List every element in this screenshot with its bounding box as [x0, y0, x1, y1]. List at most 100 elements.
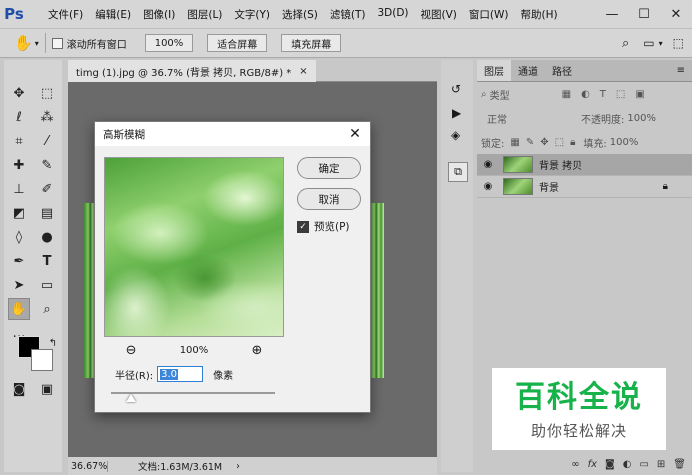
filter-shape-icon[interactable]: ⬚ — [616, 89, 625, 100]
clone-stamp-tool-icon[interactable]: ⊥ — [8, 178, 30, 200]
layer-style-icon[interactable]: fx — [588, 459, 597, 470]
zoom-in-icon[interactable]: ⊕ — [251, 343, 262, 358]
blend-row: 正常 不透明度: 100% — [477, 106, 692, 130]
healing-brush-tool-icon[interactable]: ✚ — [8, 154, 30, 176]
preview-checkbox[interactable]: ✓ — [297, 220, 309, 233]
delete-layer-icon[interactable]: 🗑︎ — [673, 459, 686, 470]
visibility-eye-icon[interactable]: ◉ — [479, 181, 497, 192]
menu-edit[interactable]: 编辑(E) — [89, 7, 137, 22]
menu-filter[interactable]: 滤镜(T) — [324, 7, 372, 22]
document-tab[interactable]: timg (1).jpg @ 36.7% (背景 拷贝, RGB/8#) * × — [68, 60, 316, 82]
magic-wand-tool-icon[interactable]: ⁂ — [36, 106, 58, 128]
link-layers-icon[interactable]: ∞ — [571, 459, 579, 470]
minimize-button[interactable]: — — [596, 0, 628, 28]
adjustment-layer-icon[interactable]: ◐ — [623, 459, 632, 470]
ps-logo: Ps — [4, 5, 24, 23]
tab-paths[interactable]: 路径 — [545, 60, 579, 81]
workspace-dropdown-icon[interactable]: ▾ — [659, 39, 663, 48]
fill-screen-button[interactable]: 填充屏幕 — [281, 34, 342, 52]
menu-type[interactable]: 文字(Y) — [228, 7, 276, 22]
menu-layer[interactable]: 图层(L) — [181, 7, 228, 22]
eraser-tool-icon[interactable]: ◩ — [8, 202, 30, 224]
tab-channels[interactable]: 通道 — [511, 60, 545, 81]
properties-panel-icon[interactable]: ⧉ — [448, 162, 468, 182]
opacity-value[interactable]: 100% — [627, 113, 656, 124]
swap-colors-icon[interactable]: ↰ — [42, 332, 64, 354]
layer-row-background-copy[interactable]: ◉ 背景 拷贝 — [477, 154, 692, 176]
rectangle-tool-icon[interactable]: ▭ — [36, 274, 58, 296]
ok-button[interactable]: 确定 — [297, 157, 361, 179]
close-icon[interactable]: ✕ — [346, 125, 364, 143]
fit-screen-button[interactable]: 适合屏幕 — [207, 34, 268, 52]
actions-panel-icon[interactable]: ▶ — [452, 106, 461, 120]
workspace-icon[interactable]: ▭ — [643, 36, 654, 50]
zoom-out-icon[interactable]: ⊖ — [126, 343, 137, 358]
brush-tool-icon[interactable]: ✎ — [36, 154, 58, 176]
lock-label: 锁定: — [481, 138, 505, 150]
3d-panel-icon[interactable]: ◈ — [451, 128, 460, 142]
cancel-button[interactable]: 取消 — [297, 188, 361, 210]
menu-file[interactable]: 文件(F) — [42, 7, 89, 22]
zoom-tool-icon[interactable]: ⌕ — [36, 298, 58, 320]
path-selection-tool-icon[interactable]: ➤ — [8, 274, 30, 296]
filter-type-icon[interactable]: T — [600, 89, 606, 100]
layer-filter-row: ⌕ 类型 ▦ ◐ T ⬚ ▣ — [477, 82, 692, 106]
menu-view[interactable]: 视图(V) — [415, 7, 463, 22]
hand-tool-active-icon[interactable]: ✋ — [8, 298, 30, 320]
blend-mode-select[interactable]: 正常 — [481, 111, 581, 126]
filter-kind-select[interactable]: 类型 — [490, 87, 550, 102]
marquee-tool-icon[interactable]: ⬚ — [36, 82, 58, 104]
lock-pixels-icon[interactable]: ▦ — [510, 137, 519, 148]
eyedropper-tool-icon[interactable]: ⁄ — [36, 130, 58, 152]
status-menu-arrow-icon[interactable]: › — [236, 461, 240, 472]
close-window-button[interactable]: ✕ — [660, 0, 692, 28]
fill-label: 填充: — [583, 138, 607, 150]
visibility-eye-icon[interactable]: ◉ — [479, 159, 497, 170]
lock-artboard-icon[interactable]: ⬚ — [555, 137, 564, 148]
hand-tool-icon[interactable]: ✋ — [14, 34, 33, 52]
radius-slider-thumb[interactable] — [125, 394, 136, 402]
new-group-icon[interactable]: ▭ — [639, 459, 648, 470]
lasso-tool-icon[interactable]: ℓ — [8, 106, 30, 128]
menu-3d[interactable]: 3D(D) — [371, 7, 414, 22]
status-zoom[interactable]: 36.67% — [68, 460, 108, 472]
new-layer-icon[interactable]: ⊞ — [657, 459, 665, 470]
close-tab-icon[interactable]: × — [299, 66, 307, 77]
layer-row-background[interactable]: ◉ 背景 🔒︎ — [477, 176, 692, 198]
filter-pixel-icon[interactable]: ▦ — [562, 89, 571, 100]
layer-name[interactable]: 背景 — [539, 179, 663, 194]
menu-select[interactable]: 选择(S) — [276, 7, 324, 22]
quick-mask-icon[interactable]: ◙ — [8, 378, 30, 400]
lock-all-icon[interactable]: 🔒︎ — [570, 137, 575, 148]
history-panel-icon[interactable]: ↺ — [451, 82, 461, 96]
share-icon[interactable]: ⬚ — [673, 36, 684, 50]
lock-move-icon[interactable]: ✥ — [540, 137, 548, 148]
menu-window[interactable]: 窗口(W) — [463, 7, 515, 22]
layer-name[interactable]: 背景 拷贝 — [539, 157, 582, 172]
dodge-tool-icon[interactable]: ● — [36, 226, 58, 248]
type-tool-icon[interactable]: T — [36, 250, 58, 272]
filter-adjustment-icon[interactable]: ◐ — [581, 89, 590, 100]
blur-preview-image[interactable] — [104, 157, 284, 337]
panel-menu-icon[interactable]: ≡ — [670, 60, 692, 81]
pen-tool-icon[interactable]: ✒ — [8, 250, 30, 272]
lock-paint-icon[interactable]: ✎ — [526, 137, 534, 148]
search-icon[interactable]: ⌕ — [622, 36, 629, 51]
screen-mode-icon[interactable]: ▣ — [36, 378, 58, 400]
radius-input[interactable]: 3.0 — [157, 366, 204, 382]
scroll-all-windows-checkbox[interactable] — [51, 37, 63, 49]
menu-image[interactable]: 图像(I) — [137, 7, 181, 22]
crop-tool-icon[interactable]: ⌗ — [8, 130, 30, 152]
maximize-button[interactable]: ☐ — [628, 0, 660, 28]
add-mask-icon[interactable]: ◙ — [605, 459, 615, 470]
zoom-100-button[interactable]: 100% — [144, 34, 194, 52]
gradient-tool-icon[interactable]: ▤ — [36, 202, 58, 224]
tab-layers[interactable]: 图层 — [477, 60, 511, 81]
blur-tool-icon[interactable]: ◊ — [8, 226, 30, 248]
menu-help[interactable]: 帮助(H) — [515, 7, 564, 22]
move-tool-icon[interactable]: ✥ — [8, 82, 30, 104]
filter-smart-icon[interactable]: ▣ — [635, 89, 644, 100]
tool-preset-dropdown-icon[interactable]: ▾ — [35, 39, 39, 48]
history-brush-tool-icon[interactable]: ✐ — [36, 178, 58, 200]
fill-value[interactable]: 100% — [610, 137, 639, 148]
